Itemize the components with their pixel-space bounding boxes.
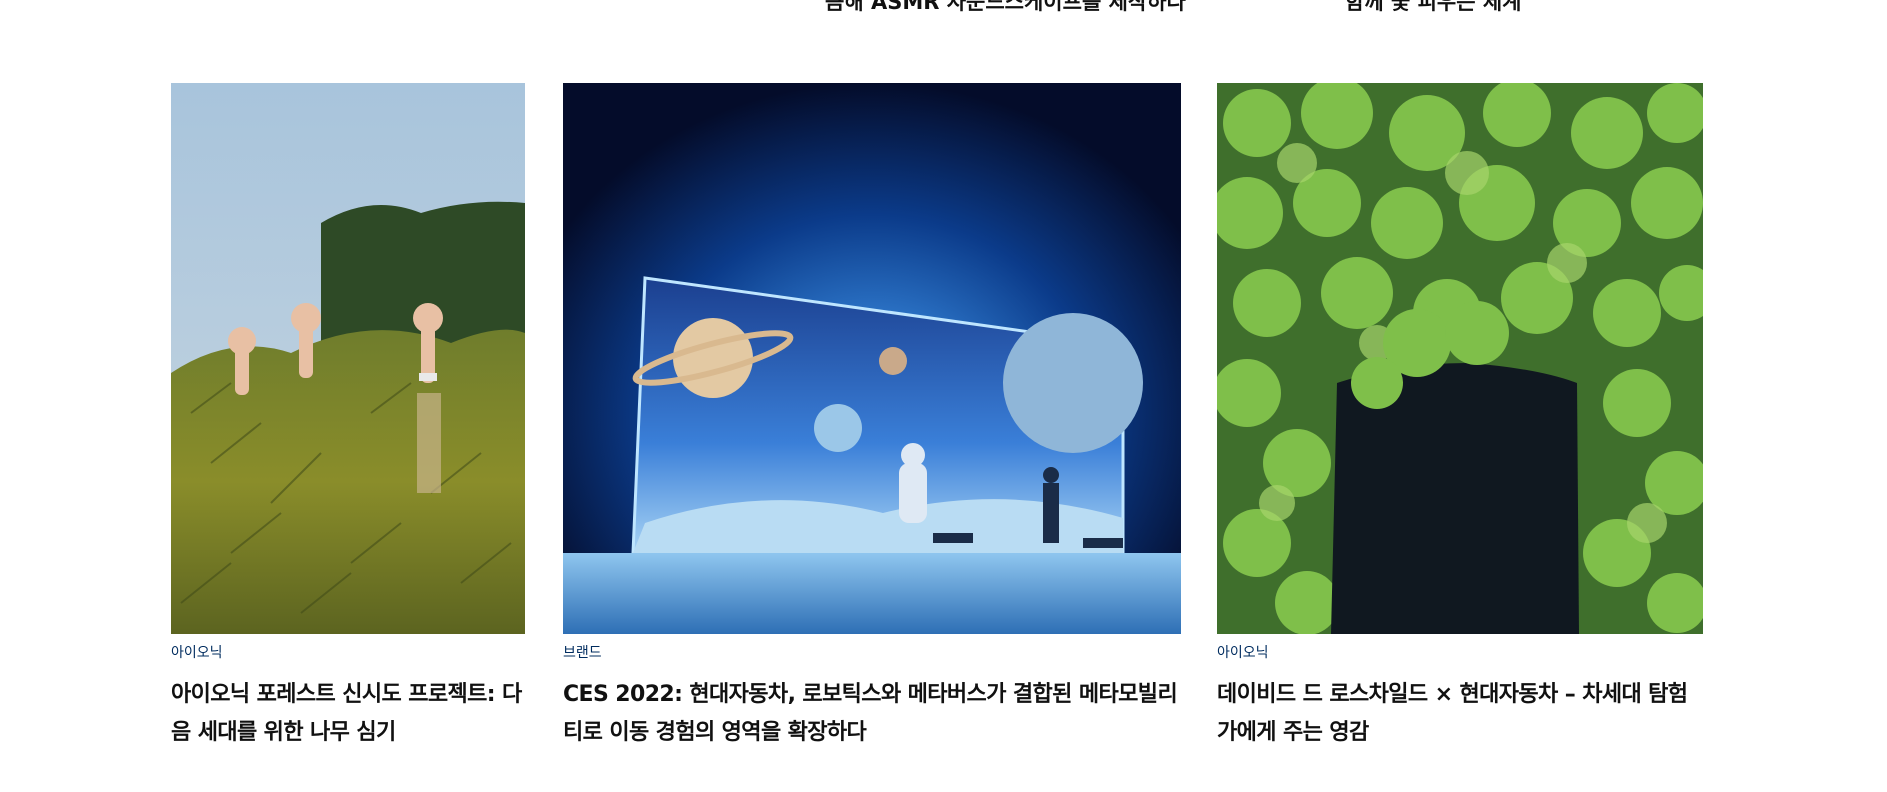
article-thumbnail[interactable] — [171, 83, 525, 634]
pine-forest-hands-image — [171, 83, 525, 634]
previous-card-title[interactable]: 함께 꽃 피우는 세계 — [1345, 0, 1522, 16]
article-category[interactable]: 브랜드 — [563, 644, 1181, 662]
vine-leaves-portrait-image — [1217, 83, 1703, 634]
article-thumbnail[interactable] — [563, 83, 1181, 634]
article-card[interactable]: 아이오닉 아이오닉 포레스트 신시도 프로젝트: 다음 세대를 위한 나무 심기 — [171, 83, 525, 752]
previous-row-titles: 큼해 ASMR 사운드스케이프를 제작하다 함께 꽃 피우는 세계 — [0, 0, 1887, 14]
article-category[interactable]: 아이오닉 — [1217, 644, 1703, 662]
article-thumbnail[interactable] — [1217, 83, 1703, 634]
article-card[interactable]: 브랜드 CES 2022: 현대자동차, 로보틱스와 메타버스가 결합된 메타모… — [563, 83, 1181, 752]
article-title[interactable]: 데이비드 드 로스차일드 × 현대자동차 – 차세대 탐험가에게 주는 영감 — [1217, 676, 1703, 752]
article-title[interactable]: CES 2022: 현대자동차, 로보틱스와 메타버스가 결합된 메타모빌리티로… — [563, 676, 1181, 752]
article-title[interactable]: 아이오닉 포레스트 신시도 프로젝트: 다음 세대를 위한 나무 심기 — [171, 676, 525, 752]
article-card[interactable]: 아이오닉 데이비드 드 로스차일드 × 현대자동차 – 차세대 탐험가에게 주는… — [1217, 83, 1703, 752]
article-category[interactable]: 아이오닉 — [171, 644, 525, 662]
previous-card-title[interactable]: 큼해 ASMR 사운드스케이프를 제작하다 — [825, 0, 1186, 16]
metaverse-space-screen-image — [563, 83, 1181, 634]
